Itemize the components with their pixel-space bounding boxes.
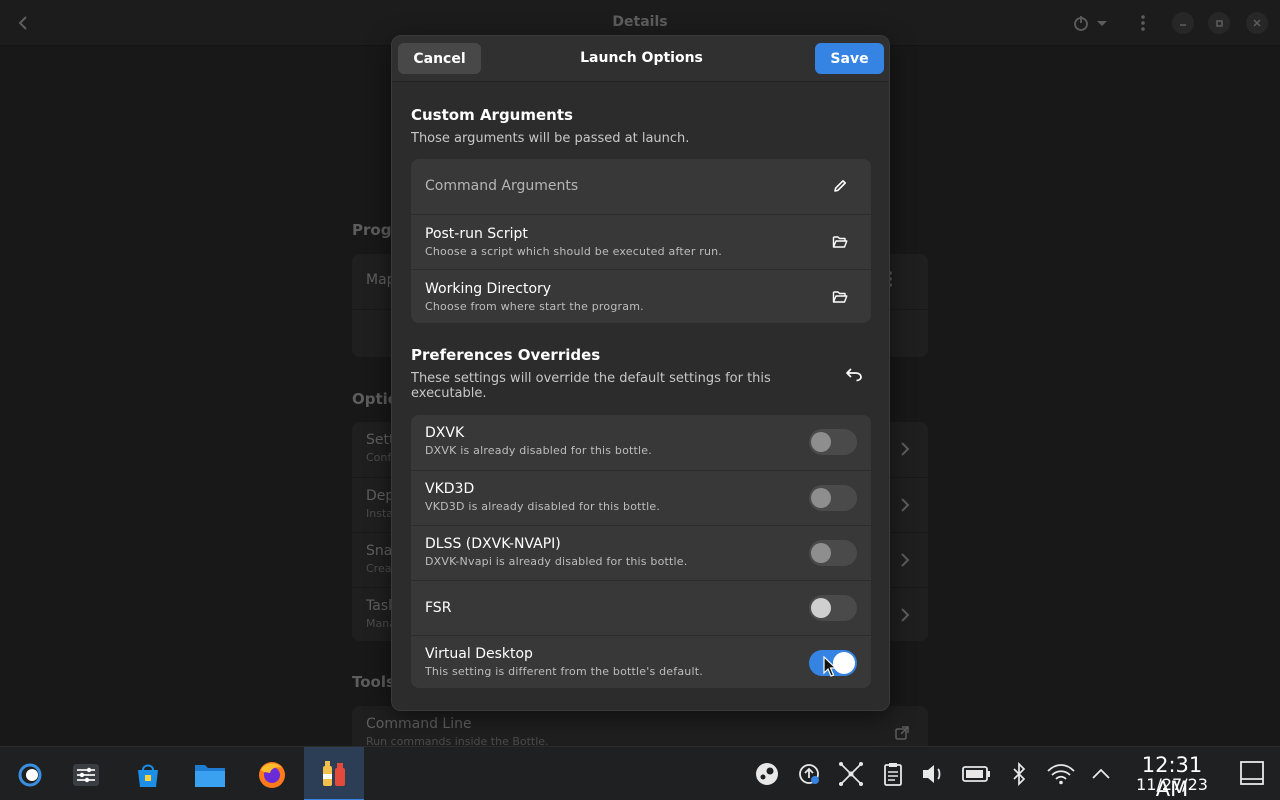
row-subtitle: DXVK is already disabled for this bottle… (425, 444, 652, 457)
taskbar-app-store[interactable] (126, 753, 170, 797)
row-subtitle: Choose a script which should be executed… (425, 245, 722, 258)
row-title: Working Directory (425, 281, 552, 297)
launcher-icon (18, 763, 42, 787)
custom-arguments-card: Command Arguments Post-run Script Choose… (411, 159, 871, 323)
network-connect-tray-icon[interactable] (838, 761, 864, 787)
save-button[interactable]: Save (815, 43, 884, 74)
override-row-fsr: FSR (411, 580, 871, 635)
firefox-icon (259, 762, 285, 788)
row-subtitle: VKD3D is already disabled for this bottl… (425, 500, 661, 513)
chevron-up-icon[interactable] (1088, 761, 1114, 787)
preferences-overrides-title: Preferences Overrides (411, 346, 601, 364)
folder-open-icon[interactable] (831, 233, 849, 251)
mouse-cursor-icon (823, 656, 837, 677)
command-arguments-row[interactable]: Command Arguments (411, 159, 871, 214)
update-tray-icon[interactable] (796, 761, 822, 787)
taskbar-app-bottles[interactable] (304, 747, 364, 800)
row-subtitle: This setting is different from the bottl… (425, 665, 703, 678)
folder-icon (195, 765, 225, 787)
wifi-tray-icon[interactable] (1046, 761, 1076, 787)
dialog-header: Cancel Launch Options Save (392, 36, 889, 82)
override-row-vkd3d: VKD3D VKD3D is already disabled for this… (411, 470, 871, 525)
override-row-dlss: DLSS (DXVK-NVAPI) DXVK-Nvapi is already … (411, 525, 871, 580)
clock-date[interactable]: 11/27/23 (1124, 775, 1220, 794)
show-desktop-button[interactable] (1240, 761, 1264, 789)
row-title: Post-run Script (425, 226, 528, 242)
reset-overrides-icon[interactable] (845, 366, 865, 386)
bottles-icon (323, 761, 345, 786)
dxvk-toggle[interactable] (809, 429, 857, 455)
row-title: FSR (425, 600, 452, 616)
steam-tray-icon[interactable] (754, 761, 780, 787)
taskbar-app-files[interactable] (188, 753, 232, 797)
row-subtitle: Choose from where start the program. (425, 300, 644, 313)
show-desktop-icon (1240, 761, 1264, 785)
app-launcher-button[interactable] (8, 753, 52, 797)
taskbar-app-firefox[interactable] (250, 753, 294, 797)
command-arguments-field[interactable]: Command Arguments (425, 178, 578, 194)
row-title: VKD3D (425, 481, 475, 497)
launch-options-dialog: Cancel Launch Options Save Custom Argume… (391, 35, 890, 711)
taskbar-app-settings[interactable] (64, 753, 108, 797)
folder-open-icon[interactable] (831, 288, 849, 306)
preferences-overrides-description: These settings will override the default… (411, 371, 771, 401)
pencil-icon[interactable] (831, 177, 849, 195)
row-subtitle: DXVK-Nvapi is already disabled for this … (425, 555, 688, 568)
custom-arguments-title: Custom Arguments (411, 106, 573, 124)
override-row-virtual-desktop: Virtual Desktop This setting is differen… (411, 635, 871, 688)
fsr-toggle[interactable] (809, 595, 857, 621)
dlss-toggle[interactable] (809, 540, 857, 566)
post-run-script-row[interactable]: Post-run Script Choose a script which sh… (411, 214, 871, 269)
working-directory-row[interactable]: Working Directory Choose from where star… (411, 269, 871, 323)
vkd3d-toggle[interactable] (809, 485, 857, 511)
battery-tray-icon[interactable] (962, 761, 992, 787)
overrides-card: DXVK DXVK is already disabled for this b… (411, 415, 871, 688)
custom-arguments-description: Those arguments will be passed at launch… (411, 131, 690, 146)
row-title: DLSS (DXVK-NVAPI) (425, 536, 561, 552)
taskbar (0, 746, 1280, 800)
settings-sliders-icon (73, 764, 99, 786)
row-title: Virtual Desktop (425, 646, 533, 662)
clipboard-tray-icon[interactable] (880, 761, 906, 787)
store-bag-icon (138, 764, 158, 787)
row-title: DXVK (425, 425, 465, 441)
bluetooth-tray-icon[interactable] (1006, 761, 1032, 787)
override-row-dxvk: DXVK DXVK is already disabled for this b… (411, 415, 871, 470)
volume-tray-icon[interactable] (921, 761, 947, 787)
